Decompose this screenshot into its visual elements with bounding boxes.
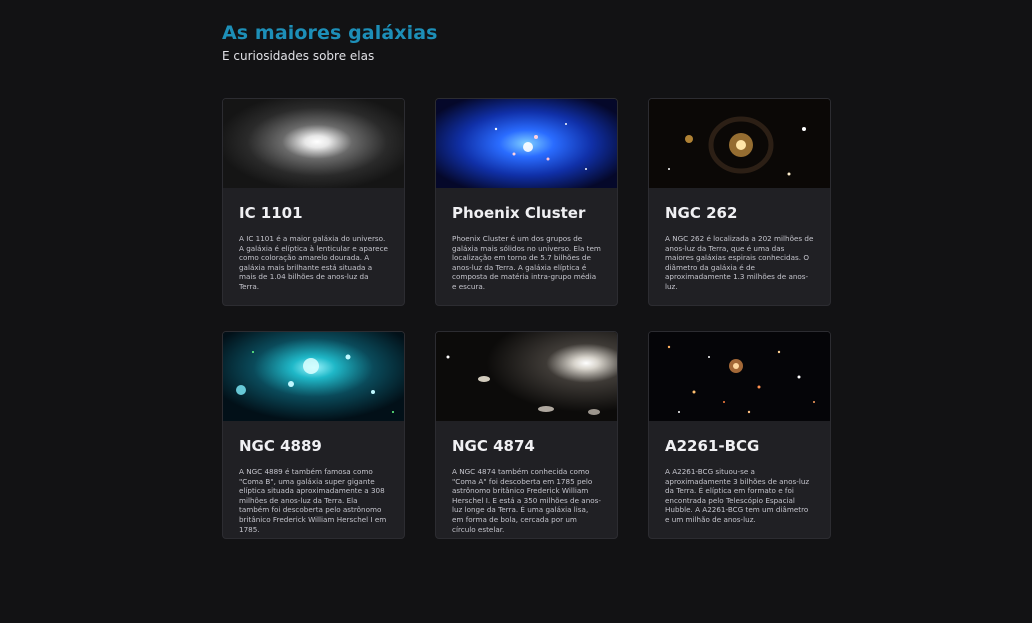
galaxy-card-ic-1101[interactable]: IC 1101 A IC 1101 é a maior galáxia do u… <box>222 98 405 306</box>
galaxy-image-a2261-bcg <box>649 332 830 421</box>
galaxy-name: NGC 4874 <box>452 437 535 455</box>
galaxy-description: A NGC 262 é localizada a 202 milhões de … <box>665 234 814 291</box>
page-subtitle: E curiosidades sobre elas <box>222 49 375 63</box>
galaxy-card-a2261-bcg[interactable]: A2261-BCG A A2261-BCG situou-se a aproxi… <box>648 331 831 539</box>
galaxy-image-ngc-262 <box>649 99 830 188</box>
galaxy-name: A2261-BCG <box>665 437 760 455</box>
galaxy-card-ngc-4889[interactable]: NGC 4889 A NGC 4889 é também famosa como… <box>222 331 405 539</box>
galaxy-description: A IC 1101 é a maior galáxia do universo.… <box>239 234 388 291</box>
galaxy-grid: IC 1101 A IC 1101 é a maior galáxia do u… <box>222 98 831 539</box>
galaxy-description: A NGC 4889 é também famosa como "Coma B"… <box>239 467 387 534</box>
page-header: As maiores galáxias E curiosidades sobre… <box>222 22 834 63</box>
galaxy-description: Phoenix Cluster é um dos grupos de galáx… <box>452 234 601 291</box>
galaxy-description: A A2261-BCG situou-se a aproximadamente … <box>665 467 810 524</box>
galaxy-image-phoenix-cluster <box>436 99 617 188</box>
page-title: As maiores galáxias <box>222 22 438 44</box>
galaxy-card-ngc-4874[interactable]: NGC 4874 A NGC 4874 também conhecida com… <box>435 331 618 539</box>
galaxy-image-ic-1101 <box>223 99 404 188</box>
galaxy-name: NGC 4889 <box>239 437 322 455</box>
galaxy-name: Phoenix Cluster <box>452 204 586 222</box>
galaxy-card-phoenix-cluster[interactable]: Phoenix Cluster Phoenix Cluster é um dos… <box>435 98 618 306</box>
galaxy-name: NGC 262 <box>665 204 738 222</box>
galaxy-image-ngc-4874 <box>436 332 617 421</box>
galaxy-image-ngc-4889 <box>223 332 404 421</box>
galaxy-name: IC 1101 <box>239 204 303 222</box>
galaxy-description: A NGC 4874 também conhecida como "Coma A… <box>452 467 601 534</box>
galaxy-card-ngc-262[interactable]: NGC 262 A NGC 262 é localizada a 202 mil… <box>648 98 831 306</box>
